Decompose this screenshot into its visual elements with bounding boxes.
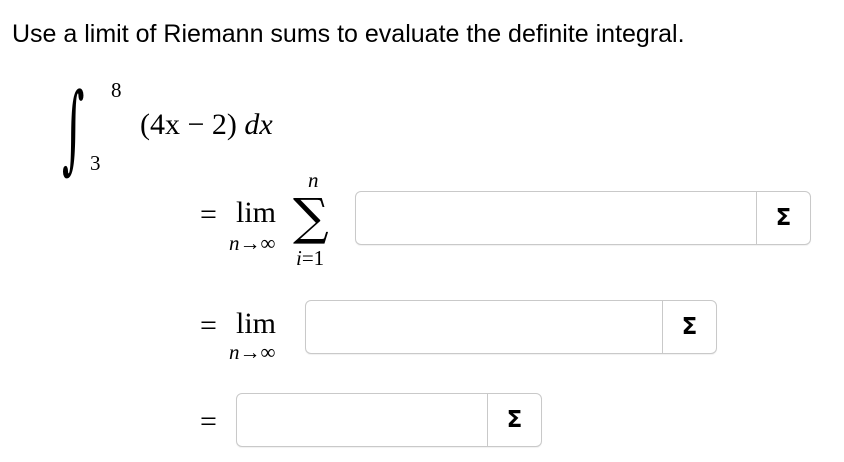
step2-answer-input[interactable] — [312, 307, 656, 347]
step1-lim-var: n — [229, 231, 240, 255]
sigma-index-start: =1 — [301, 246, 325, 270]
step2-lim-var: n — [229, 340, 240, 364]
step1-lim-subscript: n→∞ — [229, 231, 275, 255]
step3-answer-input[interactable] — [243, 400, 481, 440]
sigma-icon: Σ — [681, 313, 698, 340]
step1-math-palette-button[interactable]: Σ — [756, 192, 810, 244]
integral-upper-limit: 8 — [111, 78, 122, 102]
step2-equals: = — [200, 309, 217, 342]
step3-answer-box: Σ — [236, 393, 542, 447]
sigma-lower-limit: i=1 — [296, 246, 324, 270]
question-prompt: Use a limit of Riemann sums to evaluate … — [12, 20, 685, 48]
step1-lim: lim — [236, 196, 277, 229]
integrand-expression: (4x − 2) — [140, 108, 237, 141]
step1-equals: = — [200, 198, 217, 231]
sigma-icon: Σ — [775, 204, 792, 231]
summation-sign: ∑ — [293, 188, 329, 246]
step3-equals: = — [200, 405, 217, 438]
step1-answer-box: Σ — [355, 191, 811, 245]
step2-lim: lim — [236, 307, 277, 340]
step2-answer-box: Σ — [305, 300, 717, 354]
step1-lim-arrow: →∞ — [239, 231, 276, 255]
integrand: (4x − 2) dx — [140, 106, 273, 144]
integral-sign: ∫ — [62, 72, 85, 184]
step2-math-palette-button[interactable]: Σ — [662, 301, 716, 353]
sigma-icon: Σ — [506, 406, 523, 433]
integral-differential: dx — [244, 108, 273, 141]
step2-lim-subscript: n→∞ — [229, 340, 275, 364]
step3-math-palette-button[interactable]: Σ — [487, 394, 541, 446]
step1-answer-input[interactable] — [362, 198, 750, 238]
step2-lim-arrow: →∞ — [239, 340, 276, 364]
integral-lower-limit: 3 — [90, 151, 101, 175]
